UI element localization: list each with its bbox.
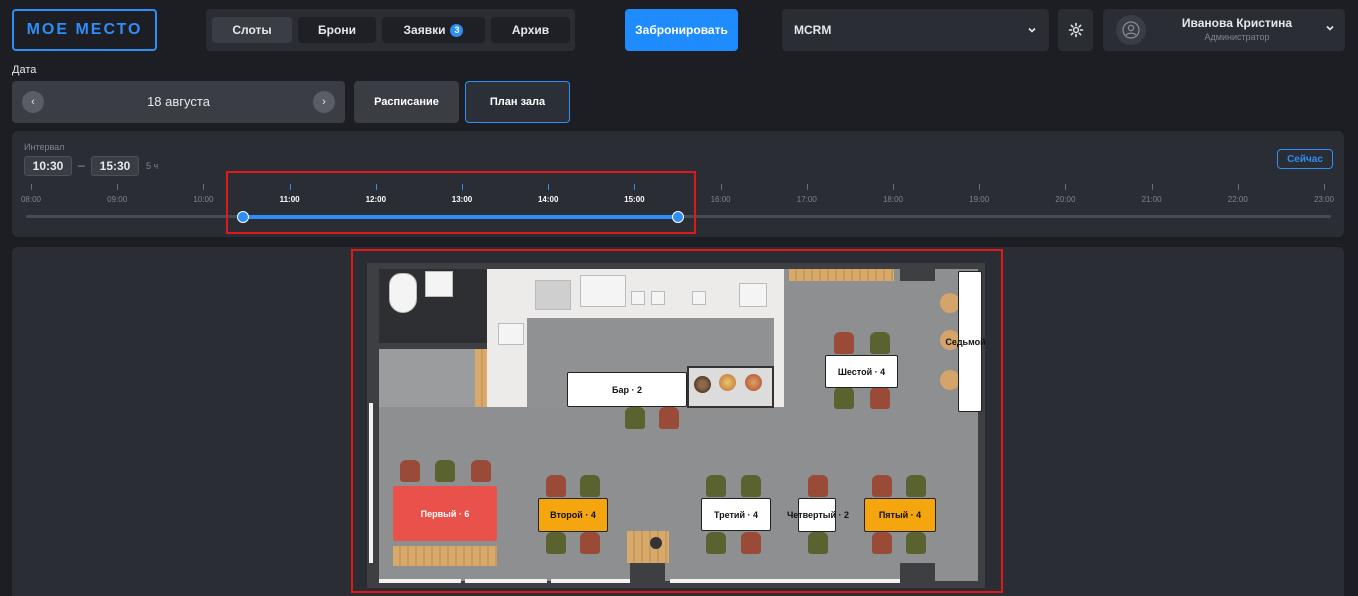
user-role: Администратор [1204,32,1270,42]
highlight-box [351,249,1003,593]
book-button[interactable]: Забронировать [625,9,738,51]
tab-label: Заявки [403,23,446,37]
duration-label: 5 ч [146,161,159,171]
app-logo[interactable]: МОЕ МЕСТО [12,9,157,51]
settings-button[interactable] [1058,9,1093,51]
schedule-view-button[interactable]: Расписание [354,81,459,123]
timeline-tick-label: 09:00 [107,195,128,204]
main-tabs: Слоты Брони Заявки 3 Архив [206,9,575,51]
tab-label: Брони [318,23,356,37]
timeline-tick-label: 18:00 [882,195,904,204]
timeline-tick [720,184,722,190]
venue-select-value: MCRM [794,23,832,37]
timeline-tick [806,184,808,190]
venue-select[interactable]: MCRM [782,9,1049,51]
avatar [1116,15,1146,45]
chevron-down-icon [1028,27,1036,33]
time-separator: – [78,158,85,172]
timeline-tick [1237,184,1239,190]
requests-count-badge: 3 [450,23,464,37]
floor-plan-view-button[interactable]: План зала [465,81,570,123]
timeline-tick [1324,184,1325,190]
tab-requests[interactable]: Заявки 3 [382,17,485,43]
now-button[interactable]: Сейчас [1277,149,1333,169]
tab-slots[interactable]: Слоты [212,17,292,43]
user-menu[interactable]: Иванова Кристина Администратор [1103,9,1345,51]
tab-bookings[interactable]: Брони [298,17,376,43]
tab-label: Слоты [232,23,272,37]
chevron-right-icon: › [322,96,326,108]
timeline-tick-label: 10:00 [193,195,214,204]
timeline-tick-label: 21:00 [1141,195,1162,204]
end-time-input[interactable]: 15:30 [91,156,139,176]
highlight-box [226,171,696,234]
user-icon [1122,21,1140,39]
date-picker[interactable]: ‹ 18 августа › [12,81,345,123]
tab-label: Архив [511,23,550,37]
timeline-tick-label: 22:00 [1227,195,1248,204]
timeline-tick-label: 23:00 [1313,195,1335,204]
timeline-tick-label: 08:00 [20,195,42,204]
user-name: Иванова Кристина [1181,16,1293,30]
timeline-tick-label: 19:00 [969,195,990,204]
tab-archive[interactable]: Архив [491,17,570,43]
timeline-tick [31,184,32,190]
timeline-tick-label: 20:00 [1055,195,1076,204]
current-date: 18 августа [147,94,210,109]
timeline-tick [1151,184,1153,190]
interval-label: Интервал [24,142,65,152]
timeline-tick [203,184,205,190]
gear-icon [1068,22,1083,38]
chevron-down-icon [1326,25,1334,31]
chevron-left-icon: ‹ [31,96,35,108]
prev-date-button[interactable]: ‹ [22,91,44,113]
timeline-tick [1065,184,1067,190]
timeline-tick [117,184,119,190]
start-time-input[interactable]: 10:30 [24,156,72,176]
next-date-button[interactable]: › [313,91,335,113]
timeline-tick-label: 16:00 [710,195,731,204]
timeline-tick [893,184,894,190]
timeline-tick-label: 17:00 [796,195,817,204]
date-label: Дата [12,64,37,76]
timeline-tick [979,184,981,190]
